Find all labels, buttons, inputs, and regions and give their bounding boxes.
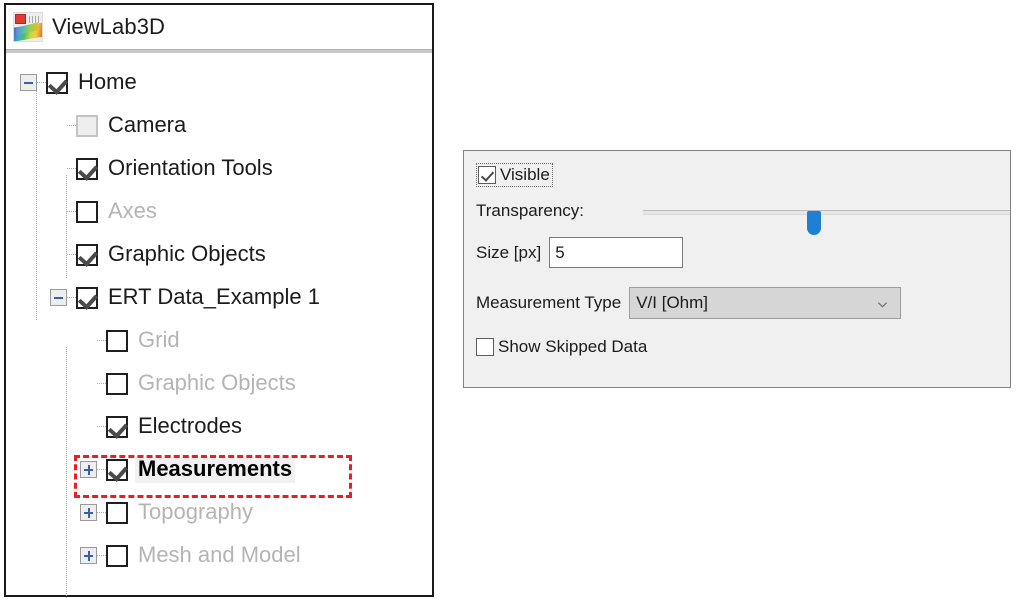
tree-item-orientation-tools[interactable]: Orientation Tools [6,147,432,190]
icon-red-box [15,14,26,24]
tree-item-label: Camera [108,111,187,137]
checkbox-measurements[interactable] [106,458,128,481]
checkbox-home[interactable] [46,71,68,94]
tree-dots [97,469,106,470]
tree-item-camera[interactable]: Camera [6,104,432,147]
expander-plus-icon[interactable] [80,547,97,564]
tree-dots [97,555,106,556]
tree-item-label: Orientation Tools [108,154,273,180]
checkbox-camera[interactable] [76,114,98,137]
tree-item-graphic-objects-child[interactable]: Graphic Objects [6,362,432,405]
size-label: Size [px] [476,242,542,262]
icon-ticks [29,16,41,23]
tree-item-label: Graphic Objects [108,240,266,266]
object-tree-panel: ViewLab3D Home Camera Orientation Tools [4,3,434,599]
tree-item-grid[interactable]: Grid [6,319,432,362]
chevron-down-icon [878,302,888,308]
tree-item-label: Topography [138,498,253,524]
tree-body: Home Camera Orientation Tools Axes Graph… [6,53,432,599]
checkbox-grid[interactable] [106,329,128,352]
checkbox-electrodes[interactable] [106,415,128,438]
app-title: ViewLab3D [52,14,166,39]
tree-item-label: Electrodes [138,412,242,438]
expander-plus-icon[interactable] [80,461,97,478]
checkbox-topography[interactable] [106,501,128,524]
measurement-type-label: Measurement Type [476,293,622,312]
tree-item-electrodes[interactable]: Electrodes [6,405,432,448]
tree-item-label: Graphic Objects [138,369,296,395]
tree-item-ert-data-example-1[interactable]: ERT Data_Example 1 [6,276,432,319]
checkbox-mesh-and-model[interactable] [106,544,128,567]
tree-dots [97,426,106,427]
properties-panel: Visible Transparency: Size [px] Measurem… [463,150,1011,388]
checkbox-visible[interactable] [478,166,496,184]
app-title-bar: ViewLab3D [6,5,432,49]
checkbox-graphic-objects-child[interactable] [106,372,128,395]
tree-item-home[interactable]: Home [6,61,432,104]
tree-item-topography[interactable]: Topography [6,491,432,534]
tree-dots [97,340,106,341]
visible-focus-ring[interactable]: Visible [476,163,553,187]
tree-dots [67,125,76,126]
tree-dots [97,383,106,384]
measurement-type-value: V/I [Ohm] [636,293,709,312]
tree-item-axes[interactable]: Axes [6,190,432,233]
show-skipped-data-row[interactable]: Show Skipped Data [476,337,647,357]
checkbox-axes[interactable] [76,200,98,223]
expander-minus-icon[interactable] [20,74,37,91]
transparency-row: Transparency: [476,201,1010,235]
tree-item-graphic-objects[interactable]: Graphic Objects [6,233,432,276]
tree-dots [37,82,46,83]
measurement-type-row: Measurement Type V/I [Ohm] [476,287,902,319]
transparency-slider-thumb[interactable] [807,211,821,235]
show-skipped-data-label: Show Skipped Data [498,337,648,356]
tree-dots [67,168,76,169]
expander-plus-icon[interactable] [80,504,97,521]
checkbox-orientation-tools[interactable] [76,157,98,180]
visible-row: Visible [476,163,553,187]
tree-item-label: Mesh and Model [138,541,301,567]
tree-dots [97,512,106,513]
tree-item-label: Home [78,68,137,94]
tree-item-label: Measurements [135,456,296,483]
visible-label: Visible [500,165,550,184]
tree-item-label: Axes [108,197,157,223]
checkbox-show-skipped-data[interactable] [476,338,494,356]
viewlab3d-app-icon [13,12,43,42]
size-input[interactable] [549,237,684,268]
tree-dots [67,254,76,255]
tree-item-label: Grid [138,326,180,352]
checkbox-graphic-objects[interactable] [76,243,98,266]
measurement-type-select[interactable]: V/I [Ohm] [629,287,902,319]
checkbox-ert-data-example-1[interactable] [76,286,98,309]
tree-dots [67,297,76,298]
tree-item-label: ERT Data_Example 1 [108,283,320,309]
size-row: Size [px] [476,237,684,268]
tree-dots [67,211,76,212]
transparency-slider-track[interactable] [643,210,1010,235]
expander-minus-icon[interactable] [50,289,67,306]
tree-item-measurements[interactable]: Measurements [6,448,432,491]
transparency-label: Transparency: [476,201,585,220]
tree-item-mesh-and-model[interactable]: Mesh and Model [6,534,432,577]
